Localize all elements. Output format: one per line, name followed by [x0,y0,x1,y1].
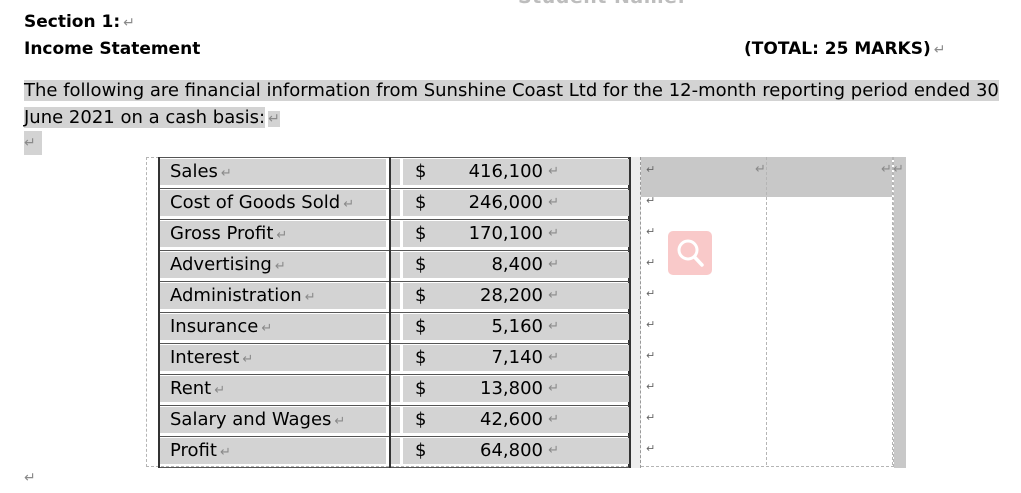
row-end-mark: ↵ [646,287,656,300]
row-end-mark: ↵ [646,194,656,207]
col-divider [766,157,767,465]
currency-symbol: $ [415,161,427,182]
currency-cell [389,314,400,340]
trailing-paragraph-mark: ↵ [24,470,36,486]
currency-symbol: $ [415,254,427,275]
table-row: Administration ↵ 28,200 ↵ ↵ $ [158,281,655,312]
row-label: Administration ↵ [160,283,386,309]
row-border [158,405,630,406]
cell-end-mark: ↵ [755,162,766,177]
table-rows: Sales ↵ 416,100 ↵ ↵ $ Cost of Goods Sold ↵ 246,0… [158,157,655,468]
row-label: Gross Profit ↵ [160,221,386,247]
currency-cell [389,190,400,216]
row-border [158,343,630,344]
row-border [158,436,630,437]
row-end-mark: ↵ [646,225,656,238]
currency-symbol: $ [415,285,427,306]
row-border [158,281,630,282]
row-end-mark: ↵ [646,163,656,176]
intro-paragraph: The following are financial information … [24,80,999,128]
currency-cell [389,438,400,464]
row-border [158,312,630,313]
section-label: Section 1: ↵ [24,12,135,32]
row-label: Profit ↵ [160,438,386,464]
student-name-cutoff: Student Name: [518,0,686,8]
row-label: Salary and Wages ↵ [160,407,386,433]
row-border [158,219,630,220]
row-end-mark: ↵ [646,318,656,331]
currency-cell [389,345,400,371]
row-amount: 7,140 [491,347,543,368]
currency-symbol: $ [415,223,427,244]
row-label: Rent ↵ [160,376,386,402]
row-amount: 13,800 [480,378,543,399]
currency-cell [389,159,400,185]
table-row: Insurance ↵ 5,160 ↵ ↵ $ [158,312,655,343]
table-row: Cost of Goods Sold ↵ 246,000 ↵ ↵ $ [158,188,655,219]
row-border [158,374,630,375]
row-label: Sales ↵ [160,159,386,185]
column-border [389,157,391,468]
income-table: ↵ ↵ ↵ Sales ↵ 416,100 ↵ ↵ $ Cost of Goods Sold… [146,157,906,468]
currency-symbol: $ [415,192,427,213]
row-amount: 42,600 [480,409,543,430]
row-amount: 246,000 [468,192,543,213]
column-border [158,157,160,468]
row-border [158,467,630,468]
row-end-mark: ↵ [646,380,656,393]
currency-cell [389,407,400,433]
currency-symbol: $ [415,440,427,461]
table-row: Rent ↵ 13,800 ↵ ↵ $ [158,374,655,405]
currency-symbol: $ [415,409,427,430]
row-amount: 28,200 [480,285,543,306]
row-label: Advertising ↵ [160,252,386,278]
table-row: Gross Profit ↵ 170,100 ↵ ↵ $ [158,219,655,250]
row-end-mark: ↵ [646,349,656,362]
row-label: Interest ↵ [160,345,386,371]
table-row: Sales ↵ 416,100 ↵ ↵ $ [158,157,655,188]
row-end-mark: ↵ [646,411,656,424]
currency-symbol: $ [415,316,427,337]
row-label: Cost of Goods Sold ↵ [160,190,386,216]
total-marks: (TOTAL: 25 MARKS) ↵ [744,39,946,59]
row-amount: 5,160 [491,316,543,337]
row-amount: 8,400 [491,254,543,275]
currency-cell [389,283,400,309]
row-amount: 416,100 [468,161,543,182]
right-edge-shade [894,157,906,468]
search-icon [677,239,704,267]
column-border [629,157,631,468]
currency-cell [389,221,400,247]
col-divider [892,157,893,465]
row-border [158,157,630,158]
row-end-mark: ↵ [893,162,904,177]
statement-title: Income Statement [24,39,201,59]
row-border [158,188,630,189]
currency-symbol: $ [415,378,427,399]
row-amount: 64,800 [480,440,543,461]
table-row: Salary and Wages ↵ 42,600 ↵ ↵ $ [158,405,655,436]
currency-cell [389,376,400,402]
table-row: Profit ↵ 64,800 ↵ ↵ $ [158,436,655,467]
row-border [158,250,630,251]
cell-end-mark: ↵ [881,162,892,177]
empty-paragraph-mark: ↵ [24,131,42,155]
currency-symbol: $ [415,347,427,368]
row-end-mark: ↵ [646,256,656,269]
search-button[interactable] [668,231,712,275]
row-amount: 170,100 [468,223,543,244]
row-end-mark: ↵ [646,442,656,455]
table-row: Interest ↵ 7,140 ↵ ↵ $ [158,343,655,374]
row-label: Insurance ↵ [160,314,386,340]
table-row: Advertising ↵ 8,400 ↵ ↵ $ [158,250,655,281]
currency-cell [389,252,400,278]
